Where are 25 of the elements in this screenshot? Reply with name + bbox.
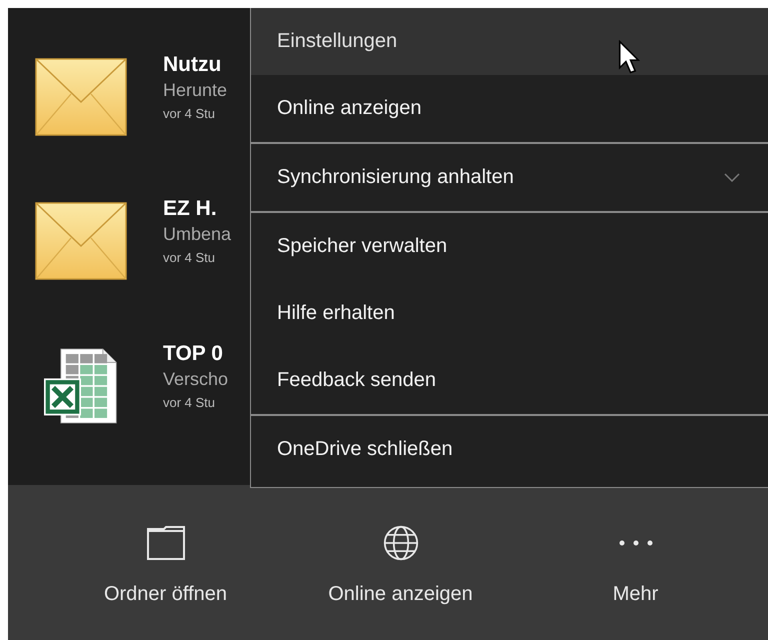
menu-item[interactable]: Online anzeigen — [251, 75, 768, 142]
envelope-icon — [35, 58, 127, 136]
mouse-cursor-icon — [618, 40, 640, 74]
file-name: Nutzu — [163, 52, 222, 78]
folder-icon — [146, 525, 186, 561]
file-time: vor 4 Stu — [163, 394, 216, 412]
spreadsheet-icon — [44, 346, 118, 425]
file-status: Herunte — [163, 79, 228, 102]
chevron-down-icon — [724, 173, 740, 182]
menu-item[interactable]: OneDrive schließen — [251, 416, 768, 483]
menu-item[interactable]: Hilfe erhalten — [251, 280, 768, 347]
footer-button[interactable]: Online anzeigen — [283, 525, 518, 625]
file-status: Verscho — [163, 368, 228, 391]
file-time: vor 4 Stu — [163, 249, 216, 268]
menu-item[interactable]: Speicher verwalten — [251, 213, 768, 280]
footer-button[interactable]: Ordner öffnen — [48, 525, 283, 625]
file-name: EZ H. — [163, 196, 218, 222]
file-status: Umbena — [163, 223, 232, 246]
menu-item[interactable]: Synchronisierung anhalten — [251, 144, 768, 211]
footer-button[interactable]: Mehr — [518, 525, 753, 625]
file-name: TOP 0 — [163, 340, 224, 367]
envelope-icon — [35, 202, 127, 280]
menu-item[interactable]: Einstellungen — [251, 8, 768, 75]
file-time: vor 4 Stu — [163, 105, 216, 123]
menu-item[interactable]: Feedback senden — [251, 347, 768, 414]
